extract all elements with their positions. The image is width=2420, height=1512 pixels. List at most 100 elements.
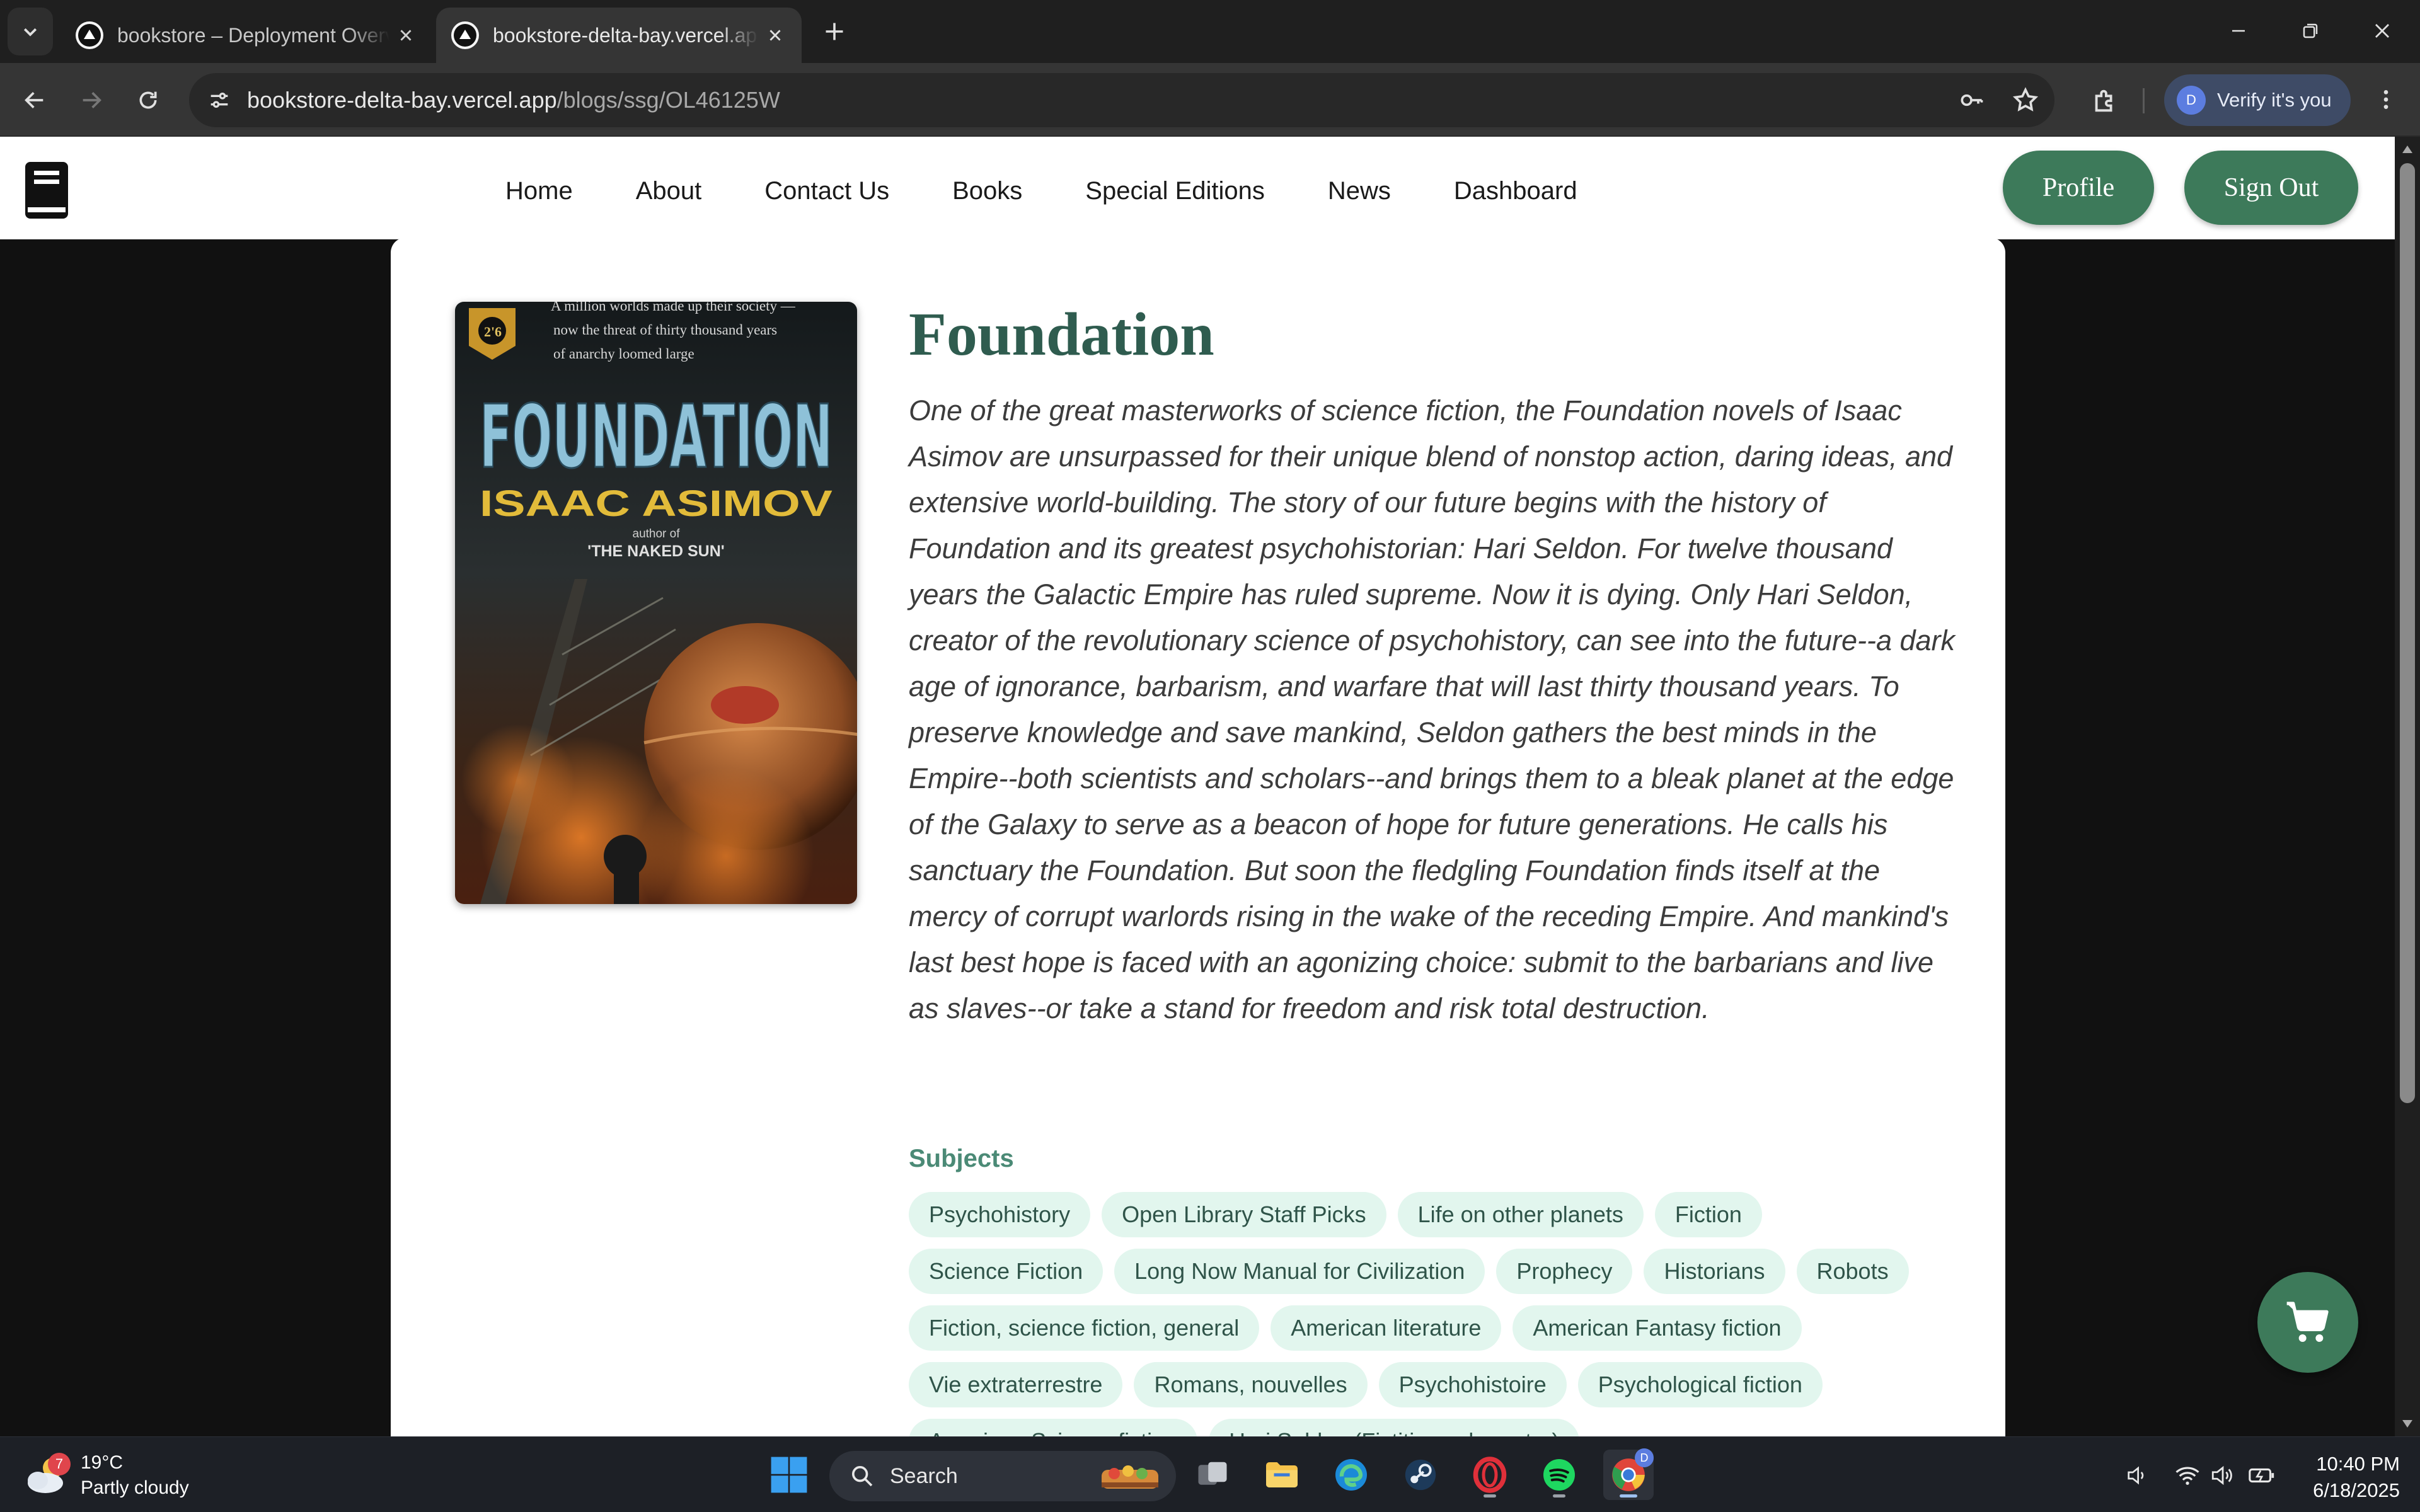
browser-menu-button[interactable]	[2367, 81, 2405, 118]
main-nav: Home About Contact Us Books Special Edit…	[505, 172, 1640, 210]
subject-tag[interactable]: Romans, nouvelles	[1134, 1362, 1368, 1407]
nav-contact-us[interactable]: Contact Us	[764, 177, 889, 205]
spotify-button[interactable]	[1534, 1450, 1584, 1500]
clock-time: 10:40 PM	[2316, 1453, 2400, 1475]
cover-tagline-3: of anarchy loomed large	[553, 346, 694, 362]
system-clock[interactable]: 10:40 PM 6/18/2025	[2280, 1451, 2400, 1504]
new-tab-button[interactable]	[817, 14, 852, 49]
nav-home[interactable]: Home	[505, 177, 573, 205]
password-key-icon[interactable]	[1954, 83, 1989, 118]
cart-icon	[2286, 1302, 2329, 1342]
book-detail-card: 2'6 A million worlds made up their socie…	[391, 238, 2005, 1436]
taskbar-search[interactable]: Search	[829, 1451, 1176, 1501]
forward-button[interactable]	[69, 78, 113, 122]
book-logo-icon[interactable]	[24, 161, 69, 220]
subject-tag[interactable]: Psychohistoire	[1378, 1362, 1567, 1407]
scroll-up-icon[interactable]	[2400, 142, 2415, 157]
nav-dashboard[interactable]: Dashboard	[1454, 177, 1577, 205]
subject-tag[interactable]: American Science fiction	[909, 1419, 1198, 1436]
file-explorer-button[interactable]	[1257, 1450, 1307, 1500]
profile-button[interactable]: Profile	[2003, 151, 2154, 225]
nav-news[interactable]: News	[1328, 177, 1391, 205]
back-button[interactable]	[13, 78, 57, 122]
cart-button[interactable]	[2257, 1272, 2358, 1373]
opera-button[interactable]	[1465, 1450, 1515, 1500]
address-bar[interactable]: bookstore-delta-bay.vercel.app/blogs/ssg…	[189, 73, 2054, 127]
subject-tag[interactable]: American literature	[1270, 1305, 1502, 1351]
running-indicator	[1484, 1494, 1496, 1498]
sign-out-button[interactable]: Sign Out	[2184, 151, 2358, 225]
book-description: One of the great masterworks of science …	[909, 394, 1956, 1024]
plus-icon	[826, 23, 843, 40]
subject-tag[interactable]: Historians	[1644, 1249, 1785, 1294]
subject-tag[interactable]: Robots	[1796, 1249, 1909, 1294]
arrow-left-icon	[25, 92, 43, 108]
weather-temp: 19°C	[81, 1452, 124, 1473]
scroll-thumb[interactable]	[2400, 163, 2415, 1103]
edge-button[interactable]	[1326, 1450, 1376, 1500]
page-scrollbar[interactable]	[2395, 137, 2420, 1436]
subject-tag[interactable]: Long Now Manual for Civilization	[1114, 1249, 1485, 1294]
url-host: bookstore-delta-bay.vercel.app	[247, 87, 557, 113]
running-indicator	[1620, 1494, 1637, 1498]
weather-widget[interactable]: 7 19°C Partly cloudy	[23, 1447, 189, 1504]
cover-other-book: 'THE NAKED SUN'	[587, 542, 724, 560]
site-info-icon[interactable]	[200, 81, 238, 119]
nav-about[interactable]: About	[636, 177, 702, 205]
tab-search-button[interactable]	[8, 8, 53, 55]
taskbar: 7 19°C Partly cloudy Search D 10:40 PM 6…	[0, 1436, 2420, 1512]
url-text: bookstore-delta-bay.vercel.app/blogs/ssg…	[247, 87, 780, 113]
close-tab-icon[interactable]	[759, 19, 792, 52]
page-viewport: Home About Contact Us Books Special Edit…	[0, 137, 2420, 1436]
scroll-down-icon[interactable]	[2400, 1416, 2415, 1431]
reload-button[interactable]	[126, 78, 170, 122]
more-vertical-icon	[2383, 90, 2388, 109]
subject-tag[interactable]: Vie extraterrestre	[909, 1362, 1123, 1407]
subject-tag[interactable]: Life on other planets	[1397, 1192, 1644, 1237]
tab-title: bookstore-delta-bay.vercel.app	[493, 23, 759, 47]
speaker-tray-icon[interactable]	[2121, 1460, 2153, 1491]
close-window-button[interactable]	[2356, 9, 2409, 53]
browser-tab-bar: bookstore – Deployment Overv bookstore-d…	[0, 0, 2420, 63]
steam-button[interactable]	[1395, 1450, 1446, 1500]
search-icon	[843, 1457, 881, 1495]
subject-tag[interactable]: Prophecy	[1496, 1249, 1633, 1294]
cover-tagline-1: A million worlds made up their society —	[551, 302, 796, 314]
restore-icon	[2303, 23, 2318, 38]
weather-alert-badge: 7	[48, 1453, 71, 1475]
subject-tag[interactable]: Open Library Staff Picks	[1102, 1192, 1386, 1237]
search-label: Search	[890, 1463, 958, 1488]
nav-special-editions[interactable]: Special Editions	[1085, 177, 1265, 205]
search-highlight-icon	[1102, 1465, 1158, 1489]
start-button[interactable]	[764, 1450, 814, 1500]
chevron-down-icon	[23, 28, 37, 37]
nav-books[interactable]: Books	[952, 177, 1022, 205]
cover-author-of: author of	[633, 527, 681, 541]
subject-tag[interactable]: Psychological fiction	[1577, 1362, 1823, 1407]
browser-tab-deployment[interactable]: bookstore – Deployment Overv	[60, 8, 432, 63]
subject-tag[interactable]: Fiction	[1654, 1192, 1762, 1237]
tab-title: bookstore – Deployment Overv	[117, 23, 389, 47]
restore-button[interactable]	[2284, 9, 2337, 53]
minimize-button[interactable]	[2212, 9, 2265, 53]
extensions-button[interactable]	[2086, 82, 2124, 120]
task-view-button[interactable]	[1187, 1450, 1238, 1500]
subject-tag[interactable]: American Fantasy fiction	[1512, 1305, 1802, 1351]
wifi-icon[interactable]	[2172, 1460, 2203, 1491]
subject-tag[interactable]: Psychohistory	[909, 1192, 1091, 1237]
subject-tag-list: Psychohistory Open Library Staff Picks L…	[909, 1192, 1968, 1436]
subject-tag[interactable]: Hari Seldon (Fictitious character)	[1209, 1419, 1580, 1436]
bookmark-star-icon[interactable]	[2008, 83, 2043, 118]
browser-tab-bookstore[interactable]: bookstore-delta-bay.vercel.app	[436, 8, 802, 63]
profile-verify-button[interactable]: D Verify it's you	[2164, 74, 2351, 126]
chrome-button[interactable]: D	[1603, 1448, 1654, 1500]
book-title: Foundation	[909, 301, 1214, 369]
partly-cloudy-icon: 7	[23, 1450, 73, 1501]
battery-icon[interactable]	[2246, 1460, 2278, 1491]
volume-icon[interactable]	[2207, 1460, 2238, 1491]
subject-tag[interactable]: Science Fiction	[909, 1249, 1103, 1294]
toolbar-divider	[2143, 88, 2145, 113]
subject-tag[interactable]: Fiction, science fiction, general	[909, 1305, 1260, 1351]
weather-text: 19°C Partly cloudy	[81, 1450, 189, 1501]
close-tab-icon[interactable]	[389, 19, 422, 52]
